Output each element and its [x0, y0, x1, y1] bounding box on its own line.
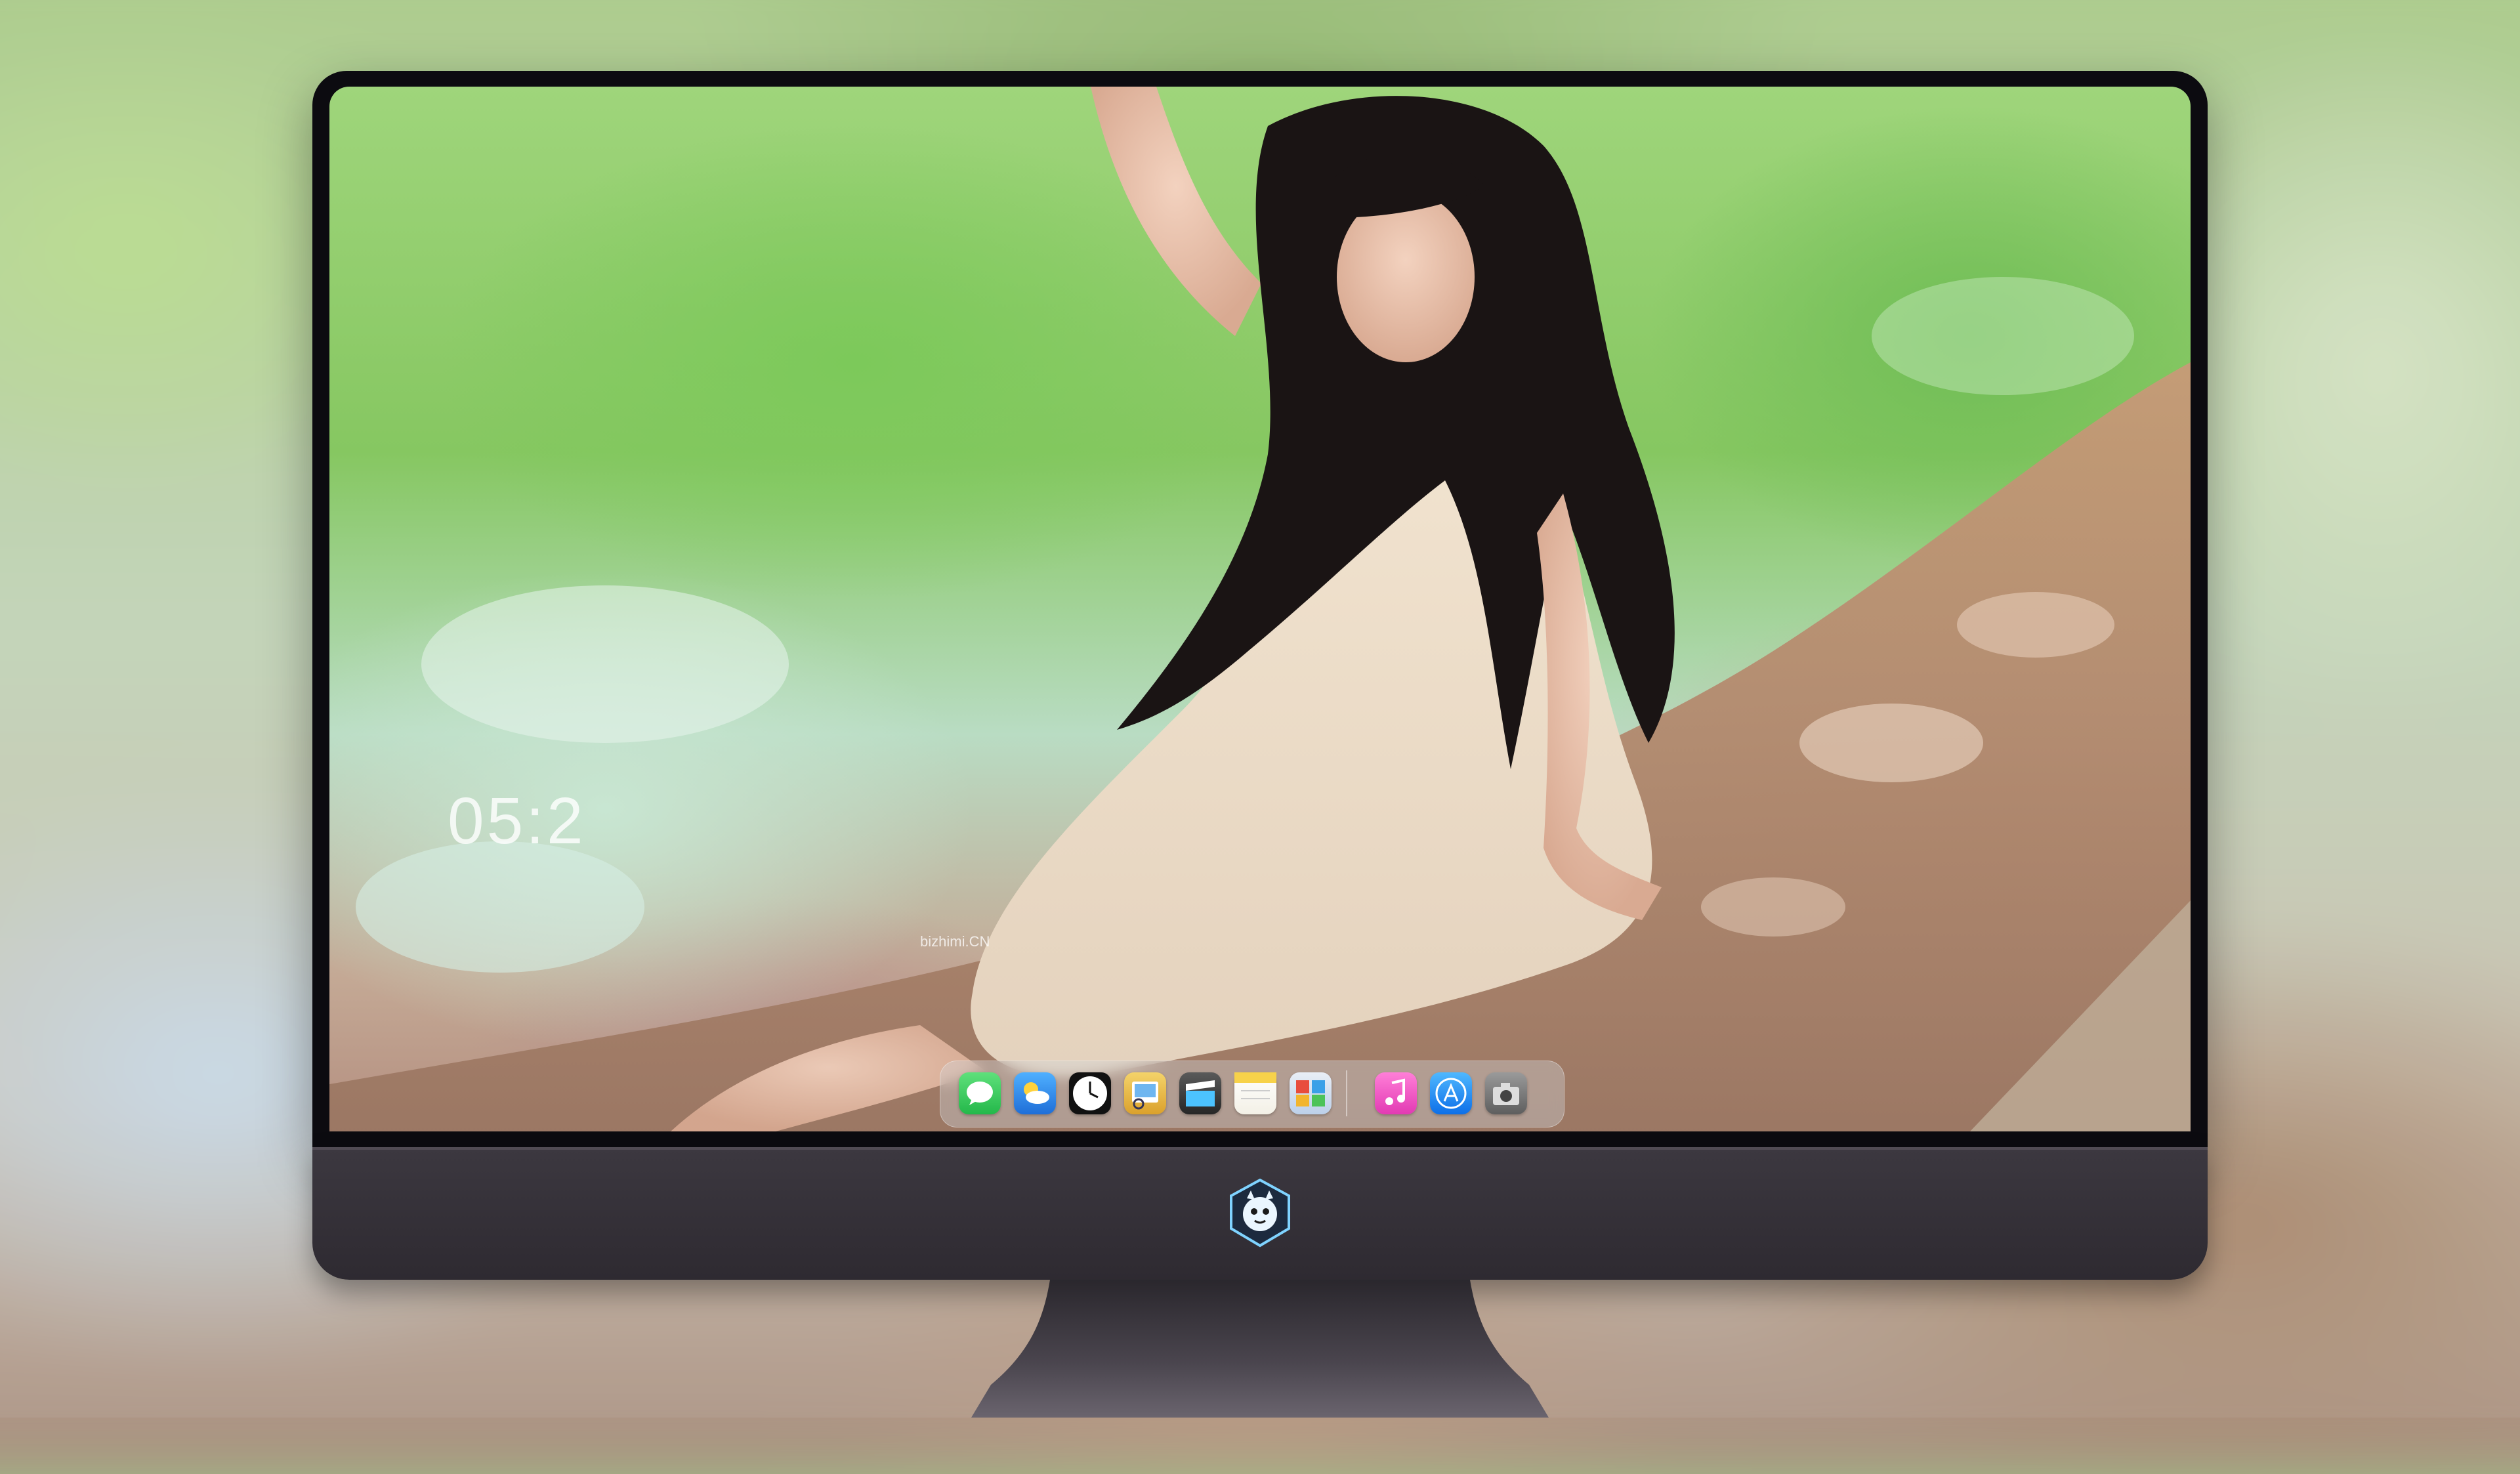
preview-icon[interactable] [1124, 1072, 1166, 1114]
final-cut-icon[interactable] [1179, 1072, 1221, 1114]
notes-icon[interactable] [1234, 1072, 1276, 1114]
photo-browser-icon[interactable] [1290, 1072, 1332, 1114]
chin-divider [312, 1147, 2208, 1150]
wallpaper-photo [329, 87, 2191, 1131]
messages-icon[interactable] [959, 1072, 1001, 1114]
app-dock [940, 1061, 1564, 1127]
monitor-chin [312, 1147, 2208, 1280]
weather-icon[interactable] [1014, 1072, 1056, 1114]
app-store-icon[interactable] [1430, 1072, 1472, 1114]
dock-separator [1346, 1070, 1347, 1116]
dragon-mascot-icon [1230, 1178, 1290, 1248]
camera-icon[interactable] [1485, 1072, 1527, 1114]
monitor-stand [971, 1280, 1549, 1418]
clock-icon[interactable] [1069, 1072, 1111, 1114]
lock-screen-time: 05:2 [448, 784, 586, 858]
desktop-screen: 05:2 bizhimi.CN [329, 87, 2191, 1131]
music-icon[interactable] [1375, 1072, 1417, 1114]
wallpaper-watermark: bizhimi.CN [920, 933, 990, 950]
monitor-bezel: 05:2 bizhimi.CN [312, 71, 2208, 1147]
